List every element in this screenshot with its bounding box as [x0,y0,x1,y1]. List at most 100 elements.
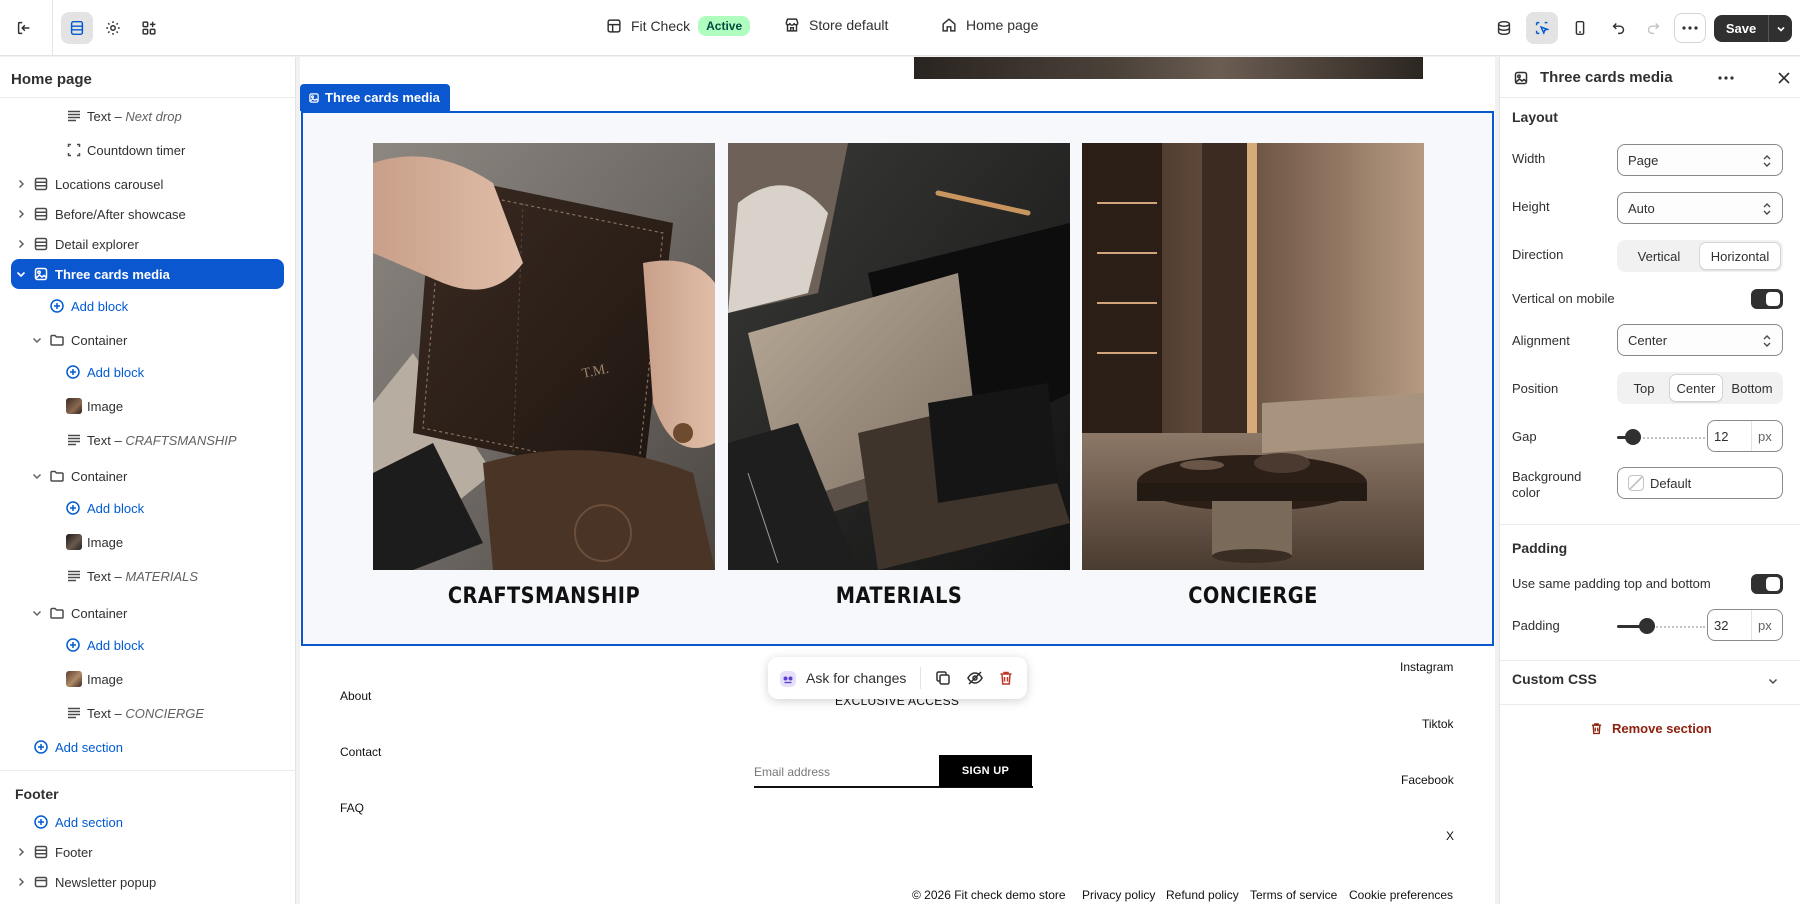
tree-item-container[interactable]: Container [0,461,296,491]
gap-slider[interactable] [1617,429,1705,445]
policy-link-refund[interactable]: Refund policy [1166,888,1239,902]
theme-selector[interactable]: Fit Check Active [605,16,751,36]
sections-icon[interactable] [61,12,93,44]
height-select[interactable]: Auto [1617,192,1783,224]
footer-link-about[interactable]: About [340,689,371,703]
chevron-down-icon[interactable] [31,334,43,346]
tree-item-countdown-timer[interactable]: Countdown timer [0,135,296,165]
page-selector[interactable]: Home page [940,16,1038,34]
chevron-down-icon[interactable] [31,607,43,619]
card-craftsmanship[interactable]: T.M. CRAFTSMANSHIP [373,143,715,609]
gap-slider-handle[interactable] [1625,429,1641,445]
chevron-down-icon[interactable] [15,268,27,280]
tree-item-text-concierge[interactable]: Text – CONCIERGE [0,698,296,728]
chevron-right-icon[interactable] [15,846,27,858]
delete-icon[interactable] [997,669,1015,687]
ask-for-changes-button[interactable]: Ask for changes [806,670,906,686]
close-icon[interactable] [1775,69,1793,87]
tree-item-three-cards-media[interactable]: Three cards media [11,259,284,289]
add-block-button[interactable]: Add block [0,357,296,387]
tree-item-text-craftsmanship[interactable]: Text – CRAFTSMANSHIP [0,425,296,455]
exit-icon[interactable] [8,12,40,44]
page-label: Home page [966,17,1039,33]
selected-section-tag[interactable]: Three cards media [300,84,450,111]
padding-slider-handle[interactable] [1639,618,1655,634]
tree-item-image[interactable]: Image [0,664,296,694]
vertical-mobile-toggle[interactable] [1751,289,1783,309]
chevron-down-icon[interactable] [31,470,43,482]
position-option-bottom[interactable]: Bottom [1723,374,1781,402]
previous-section-image [914,57,1423,79]
tree-item-text-materials[interactable]: Text – MATERIALS [0,561,296,591]
tree-item-image[interactable]: Image [0,527,296,557]
card-image[interactable] [728,143,1070,570]
add-section-button[interactable]: Add section [0,807,296,837]
tree-item-container[interactable]: Container [0,325,296,355]
card-image[interactable] [1082,143,1424,570]
duplicate-icon[interactable] [934,669,952,687]
tree-item-newsletter-popup[interactable]: Newsletter popup [0,867,296,897]
more-icon[interactable] [1717,69,1735,87]
direction-option-horizontal[interactable]: Horizontal [1699,242,1781,270]
tree-item-detail-explorer[interactable]: Detail explorer [0,229,296,259]
chevron-right-icon[interactable] [15,876,27,888]
store-selector[interactable]: Store default [783,16,888,34]
preview-canvas[interactable]: Three cards media T.M. CRAFTSMANSHIP MAT… [300,57,1495,904]
hide-icon[interactable] [966,669,984,687]
card-materials[interactable]: MATERIALS [728,143,1070,609]
direction-option-vertical[interactable]: Vertical [1619,242,1699,270]
footer-link-contact[interactable]: Contact [340,745,381,759]
tree-item-container[interactable]: Container [0,598,296,628]
policy-link-terms[interactable]: Terms of service [1250,888,1337,902]
custom-css-heading[interactable]: Custom CSS [1512,671,1597,687]
add-block-button[interactable]: Add block [0,291,296,321]
policy-link-cookies[interactable]: Cookie preferences [1349,888,1453,902]
mobile-icon[interactable] [1564,12,1596,44]
alignment-select[interactable]: Center [1617,324,1783,356]
apps-icon[interactable] [133,12,165,44]
add-section-button[interactable]: Add section [0,732,296,762]
background-color-picker[interactable]: Default [1617,467,1783,499]
tree-item-label: Text [87,108,111,124]
policy-link-privacy[interactable]: Privacy policy [1082,888,1155,902]
add-block-button[interactable]: Add block [0,630,296,660]
undo-icon[interactable] [1603,12,1635,44]
width-select[interactable]: Page [1617,144,1783,176]
footer-link-faq[interactable]: FAQ [340,801,364,815]
database-icon[interactable] [1488,12,1520,44]
card-image[interactable]: T.M. [373,143,715,570]
more-actions-button[interactable] [1674,13,1706,43]
tree-item-before-after-showcase[interactable]: Before/After showcase [0,199,296,229]
chevron-right-icon[interactable] [15,178,27,190]
tree-item-label: Image [87,671,124,687]
image-thumbnail-icon [66,671,82,687]
chevron-right-icon[interactable] [15,208,27,220]
add-block-button[interactable]: Add block [0,493,296,523]
footer-link-facebook[interactable]: Facebook [1401,773,1454,787]
position-option-center[interactable]: Center [1669,374,1723,402]
footer-link-tiktok[interactable]: Tiktok [1422,717,1454,731]
position-option-top[interactable]: Top [1619,374,1669,402]
footer-link-instagram[interactable]: Instagram [1400,660,1453,674]
gap-input[interactable]: 12 px [1707,420,1783,452]
chevron-down-icon[interactable] [1768,15,1792,42]
redo-icon[interactable] [1637,12,1669,44]
tree-item-locations-carousel[interactable]: Locations carousel [0,169,296,199]
padding-slider[interactable] [1617,618,1705,634]
tree-item-image[interactable]: Image [0,391,296,421]
add-block-label: Add block [87,500,145,516]
tree-item-footer[interactable]: Footer [0,837,296,867]
copyright-text: © 2026 Fit check demo store [912,888,1066,902]
gear-icon[interactable] [97,12,129,44]
chevron-down-icon[interactable] [1767,675,1779,687]
tree-item-text-next-drop[interactable]: Text – Next drop [0,101,296,131]
padding-input[interactable]: 32 px [1707,609,1783,641]
signup-button[interactable]: SIGN UP [939,755,1032,787]
chevron-right-icon[interactable] [15,238,27,250]
save-button[interactable]: Save [1714,15,1792,42]
same-padding-toggle[interactable] [1751,574,1783,594]
remove-section-button[interactable]: Remove section [1589,721,1712,736]
footer-link-x[interactable]: X [1446,829,1454,843]
card-concierge[interactable]: CONCIERGE [1082,143,1424,609]
inspector-icon[interactable] [1526,12,1558,44]
